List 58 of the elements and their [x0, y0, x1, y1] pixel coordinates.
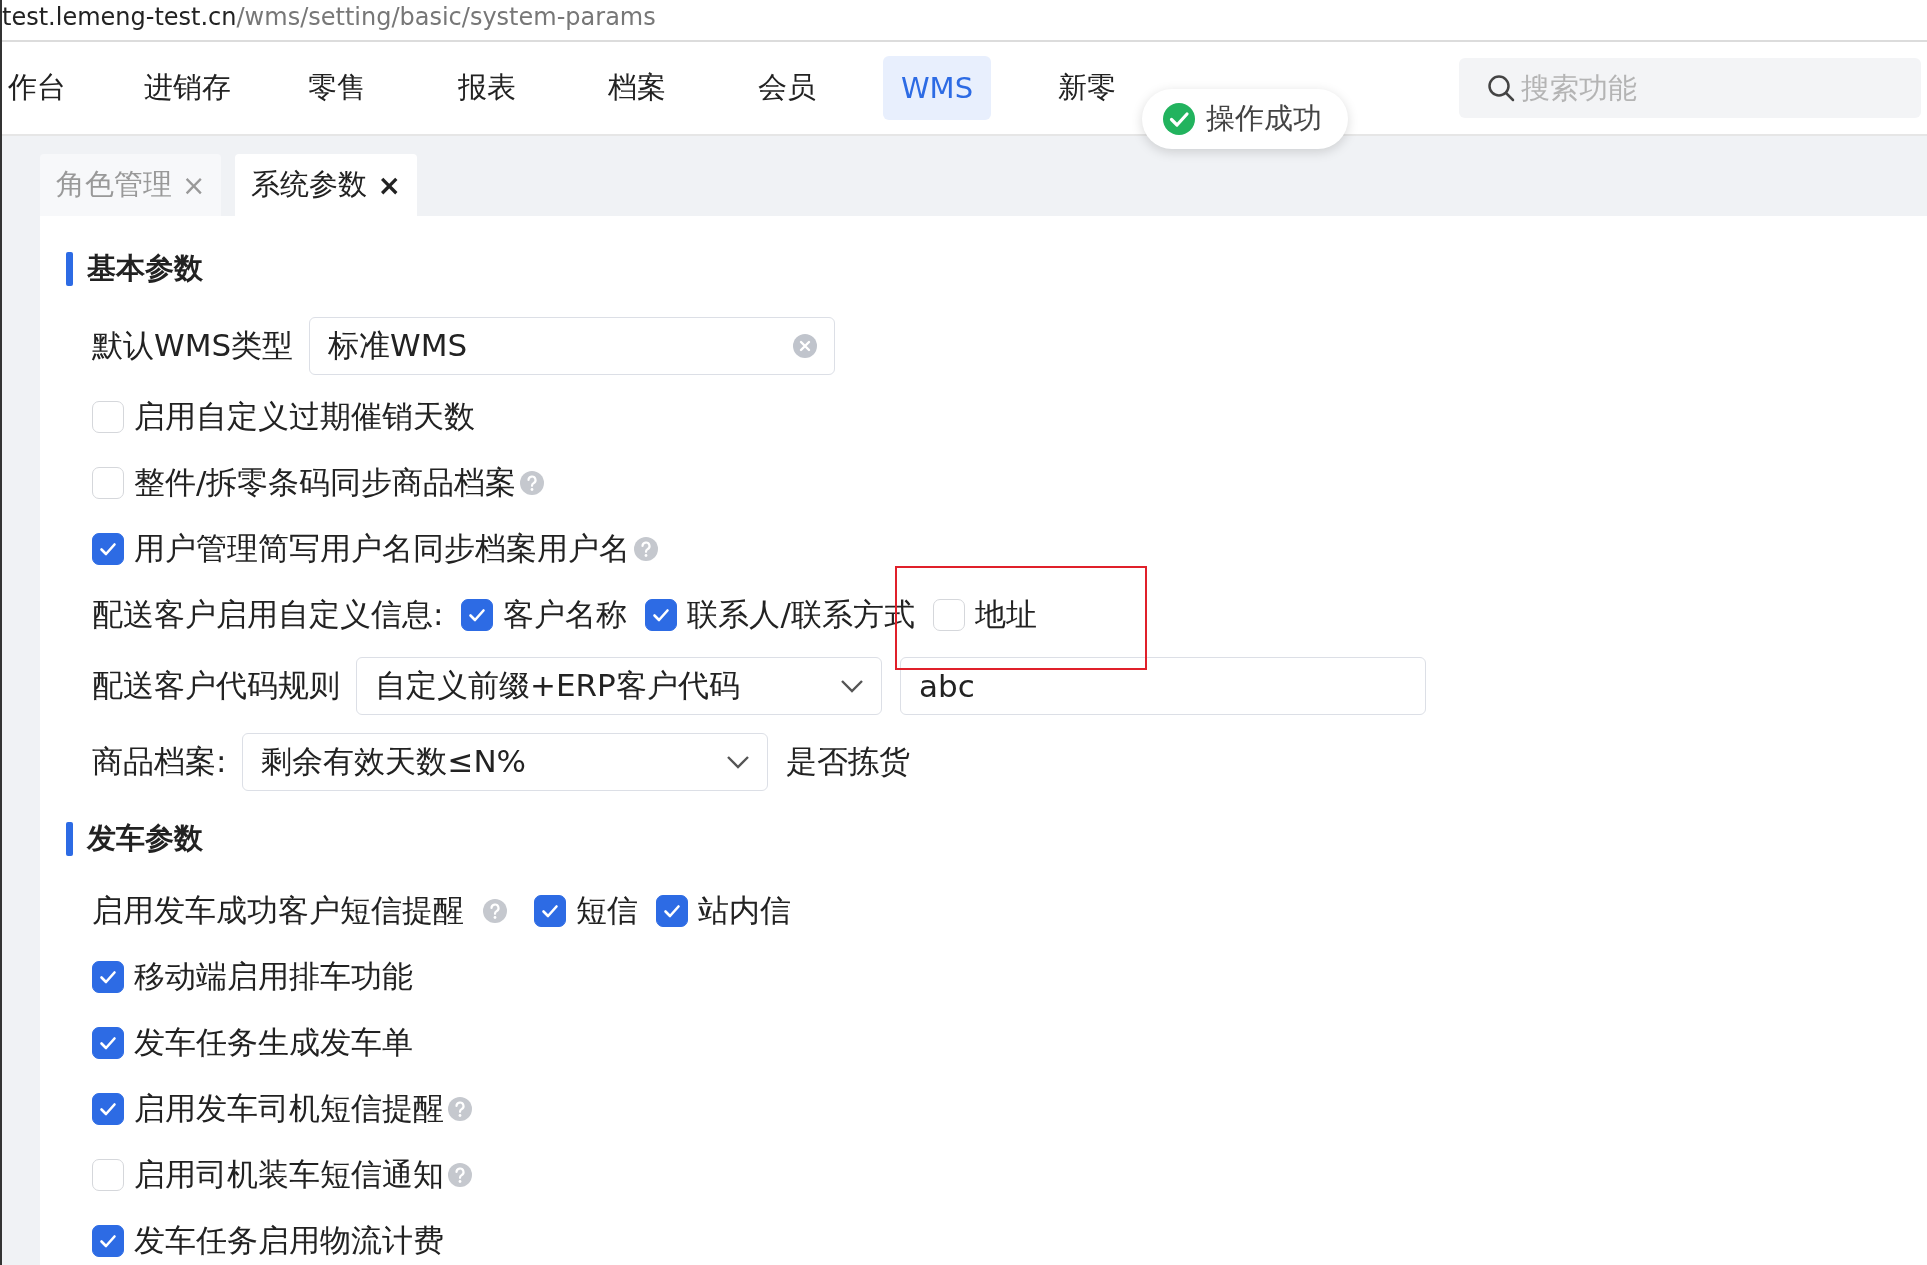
help-icon[interactable]: [519, 470, 546, 496]
select-field[interactable]: 自定义前缀+ERP客户代码: [356, 657, 882, 715]
help-icon[interactable]: [482, 898, 508, 924]
checkbox[interactable]: [92, 961, 124, 993]
chevron-down-icon: [839, 677, 865, 695]
checkbox-label: 移动端启用排车功能: [134, 957, 413, 996]
nav-item[interactable]: 进销存: [125, 56, 249, 120]
checkbox-label: 发车任务生成发车单: [134, 1023, 413, 1062]
nav-item[interactable]: 档案: [590, 56, 684, 120]
checkbox-label: 用户管理简写用户名同步档案用户名: [134, 529, 630, 568]
checkbox-label: 启用自定义过期催销天数: [134, 397, 475, 436]
checkbox-label: 站内信: [698, 891, 791, 930]
checkbox[interactable]: [92, 1225, 124, 1257]
page-tab[interactable]: 系统参数 ×: [235, 154, 417, 216]
checkbox-label: 启用司机装车短信通知: [134, 1155, 444, 1194]
nav-item[interactable]: 新零: [1040, 56, 1134, 120]
section-marker: [66, 252, 73, 286]
search-icon: [1486, 73, 1516, 103]
field-label: 配送客户代码规则: [92, 666, 340, 705]
field-label: 是否拣货: [786, 742, 911, 781]
clear-icon[interactable]: [792, 333, 819, 359]
help-icon[interactable]: [633, 536, 659, 562]
chevron-down-icon: [725, 753, 752, 771]
checkbox[interactable]: [92, 1027, 124, 1059]
checkbox-label: 短信: [576, 891, 638, 930]
help-icon[interactable]: [447, 1162, 473, 1188]
nav-item[interactable]: 零售: [290, 56, 384, 120]
checkbox[interactable]: [461, 599, 494, 631]
input-field[interactable]: abc: [900, 657, 1426, 715]
select-field[interactable]: 标准WMS: [309, 317, 836, 375]
section-title: 基本参数: [87, 250, 203, 287]
checkbox[interactable]: [92, 1093, 124, 1125]
select-field[interactable]: 剩余有效天数≤N%: [242, 733, 769, 791]
close-icon[interactable]: ×: [377, 168, 401, 202]
checkbox-label: 整件/拆零条码同步商品档案: [134, 463, 517, 502]
option-group-label: 配送客户启用自定义信息:: [92, 595, 444, 634]
field-label: 商品档案:: [92, 742, 227, 781]
checkbox[interactable]: [534, 895, 566, 927]
nav-item[interactable]: WMS: [882, 56, 992, 120]
nav-item[interactable]: 作台: [2, 56, 84, 120]
option-group-label: 启用发车成功客户短信提醒: [92, 891, 464, 930]
checkbox[interactable]: [645, 599, 678, 631]
section-marker: [66, 822, 73, 856]
section-title: 发车参数: [87, 820, 203, 857]
checkbox-label: 地址: [974, 595, 1037, 634]
checkbox-label: 发车任务启用物流计费: [134, 1221, 444, 1260]
nav-item[interactable]: 会员: [740, 56, 834, 120]
nav-item[interactable]: 报表: [440, 56, 534, 120]
check-circle-icon: [1162, 102, 1196, 136]
checkbox-label: 客户名称: [503, 595, 628, 634]
checkbox[interactable]: [92, 533, 124, 565]
toast-message: 操作成功: [1206, 100, 1322, 137]
help-icon[interactable]: [447, 1096, 473, 1122]
field-label: 默认WMS类型: [92, 326, 294, 365]
address-bar[interactable]: test.lemeng-test.cn/wms/setting/basic/system-params: [2, 0, 1927, 42]
checkbox[interactable]: [656, 895, 688, 927]
checkbox-label: 启用发车司机短信提醒: [134, 1089, 444, 1128]
search-field[interactable]: 搜索功能: [1459, 58, 1921, 118]
